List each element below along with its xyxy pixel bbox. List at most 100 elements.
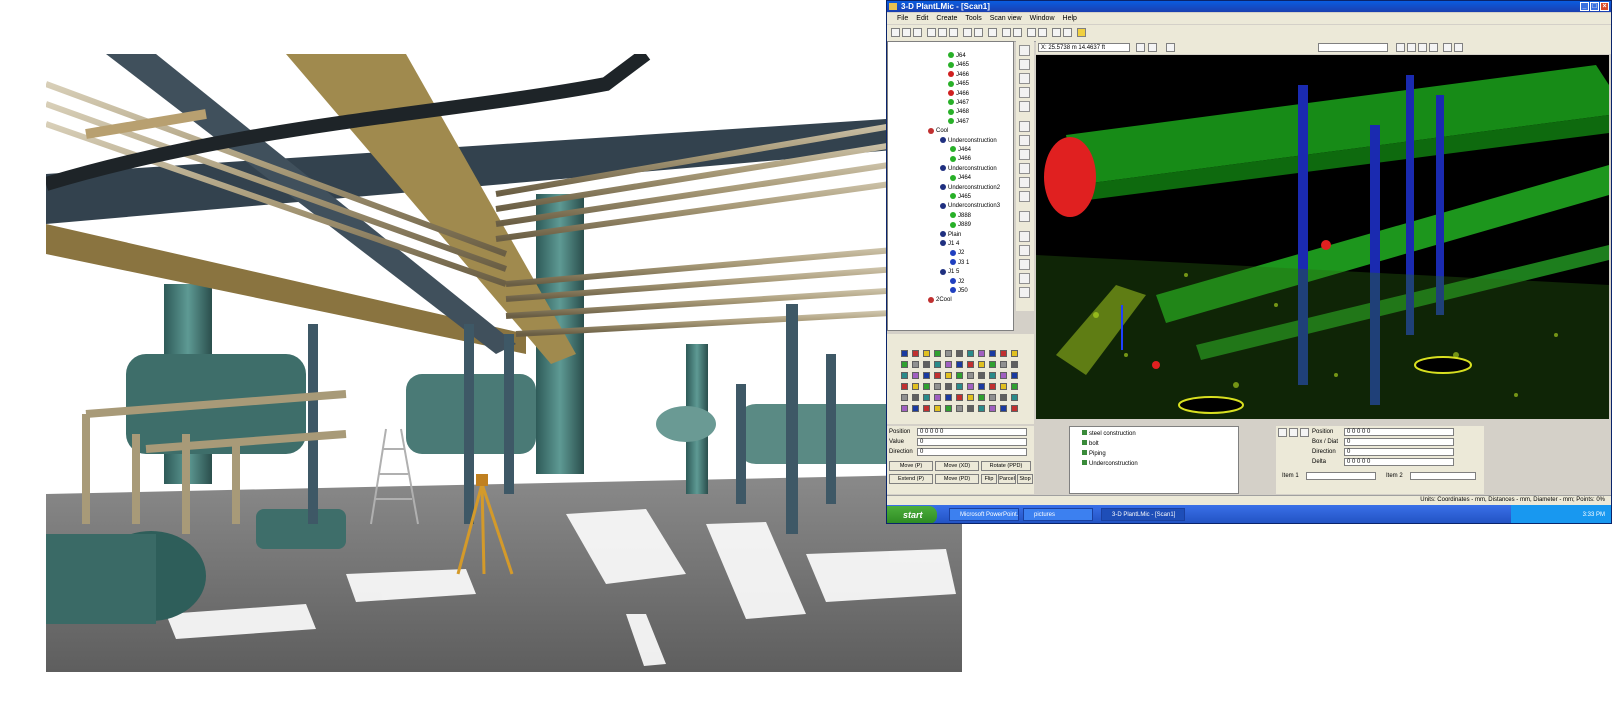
remove-icon[interactable] xyxy=(1300,428,1309,437)
view-4-icon[interactable] xyxy=(1019,273,1030,284)
task-powerpoint[interactable]: Microsoft PowerPoint... xyxy=(949,508,1019,521)
palette-tool-icon[interactable] xyxy=(923,383,930,390)
task-pictures[interactable]: pictures xyxy=(1023,508,1093,521)
fit-icon[interactable] xyxy=(1019,149,1030,160)
palette-tool-icon[interactable] xyxy=(956,383,963,390)
palette-tool-icon[interactable] xyxy=(1011,350,1018,357)
palette-tool-icon[interactable] xyxy=(923,350,930,357)
palette-tool-icon[interactable] xyxy=(989,372,996,379)
menu-window[interactable]: Window xyxy=(1030,13,1055,24)
palette-tool-icon[interactable] xyxy=(901,372,908,379)
save-icon[interactable] xyxy=(913,28,922,37)
palette-tool-icon[interactable] xyxy=(967,405,974,412)
tree-node[interactable]: 2Cool xyxy=(928,296,952,305)
palette-tool-icon[interactable] xyxy=(967,383,974,390)
view-5-icon[interactable] xyxy=(1019,287,1030,298)
minimize-button[interactable]: _ xyxy=(1580,2,1589,11)
lock-icon[interactable] xyxy=(1019,211,1030,222)
parcel-button[interactable]: Parcel xyxy=(998,474,1016,484)
palette-tool-icon[interactable] xyxy=(901,350,908,357)
palette-tool-icon[interactable] xyxy=(901,405,908,412)
menu-file[interactable]: File xyxy=(897,13,908,24)
palette-tool-icon[interactable] xyxy=(956,405,963,412)
cursor-mode-icon[interactable] xyxy=(1148,43,1157,52)
tree-node[interactable]: J3 1 xyxy=(950,259,969,268)
palette-tool-icon[interactable] xyxy=(989,361,996,368)
close-button[interactable]: × xyxy=(1600,2,1609,11)
new-file-icon[interactable] xyxy=(891,28,900,37)
tree-node[interactable]: J467 xyxy=(948,118,969,127)
palette-tool-icon[interactable] xyxy=(978,372,985,379)
cut-icon[interactable] xyxy=(927,28,936,37)
direction-field[interactable]: 0 xyxy=(917,448,1027,456)
palette-tool-icon[interactable] xyxy=(912,350,919,357)
palette-tool-icon[interactable] xyxy=(923,394,930,401)
tree-node[interactable]: Cool xyxy=(928,127,948,136)
palette-tool-icon[interactable] xyxy=(1000,372,1007,379)
palette-tool-icon[interactable] xyxy=(901,361,908,368)
tree-node[interactable]: J465 xyxy=(950,193,971,202)
palette-tool-icon[interactable] xyxy=(945,350,952,357)
palette-tool-icon[interactable] xyxy=(912,383,919,390)
item2-field[interactable] xyxy=(1410,472,1476,480)
move-xd-button[interactable]: Move (XD) xyxy=(935,461,979,471)
palette-tool-icon[interactable] xyxy=(1011,383,1018,390)
palette-tool-icon[interactable] xyxy=(934,405,941,412)
palette-tool-icon[interactable] xyxy=(1000,405,1007,412)
palette-tool-icon[interactable] xyxy=(923,361,930,368)
palette-tool-icon[interactable] xyxy=(1000,361,1007,368)
palette-tool-icon[interactable] xyxy=(978,350,985,357)
palette-tool-icon[interactable] xyxy=(989,383,996,390)
palette-tool-icon[interactable] xyxy=(912,372,919,379)
menu-create[interactable]: Create xyxy=(936,13,957,24)
paste-icon[interactable] xyxy=(949,28,958,37)
palette-tool-icon[interactable] xyxy=(945,394,952,401)
help-icon[interactable] xyxy=(1077,28,1086,37)
rprop-direction-field[interactable]: 0 xyxy=(1344,448,1454,456)
layer-item[interactable]: bolt xyxy=(1082,440,1099,448)
tree-node[interactable]: J466 xyxy=(948,71,969,80)
delete-icon[interactable] xyxy=(988,28,997,37)
palette-tool-icon[interactable] xyxy=(1000,383,1007,390)
tree-node[interactable]: J1 5 xyxy=(940,268,959,277)
redo-icon[interactable] xyxy=(974,28,983,37)
view-1-icon[interactable] xyxy=(1019,231,1030,242)
item1-field[interactable] xyxy=(1306,472,1376,480)
palette-tool-icon[interactable] xyxy=(989,394,996,401)
view-top-icon[interactable] xyxy=(1407,43,1416,52)
view-side-icon[interactable] xyxy=(1418,43,1427,52)
properties-icon[interactable] xyxy=(1013,28,1022,37)
stop-button[interactable]: Stop xyxy=(1017,474,1033,484)
flip-button[interactable]: Flip xyxy=(981,474,997,484)
select-icon[interactable] xyxy=(1019,121,1030,132)
tree-node[interactable]: J889 xyxy=(950,221,971,230)
palette-tool-icon[interactable] xyxy=(967,350,974,357)
move-pd-button[interactable]: Move (PD) xyxy=(935,474,979,484)
snap-icon[interactable] xyxy=(1136,43,1145,52)
palette-tool-icon[interactable] xyxy=(945,372,952,379)
task-plantlmic[interactable]: 3-D PlantLMic - [Scan1] xyxy=(1101,508,1185,521)
extend-p-button[interactable]: Extend (P) xyxy=(889,474,933,484)
render-icon[interactable] xyxy=(1063,28,1072,37)
zoom-out-icon[interactable] xyxy=(1019,101,1030,112)
palette-tool-icon[interactable] xyxy=(956,350,963,357)
palette-tool-icon[interactable] xyxy=(978,405,985,412)
position-field[interactable]: 0 0 0 0 0 xyxy=(917,428,1027,436)
palette-tool-icon[interactable] xyxy=(967,394,974,401)
start-button[interactable]: start xyxy=(887,506,937,523)
tree-node[interactable]: J468 xyxy=(948,108,969,117)
tree-node[interactable]: J465 xyxy=(948,61,969,70)
palette-tool-icon[interactable] xyxy=(901,394,908,401)
layer-item[interactable]: Piping xyxy=(1082,450,1106,458)
tree-node[interactable]: Underconstruction xyxy=(940,137,997,146)
menu-scan-view[interactable]: Scan view xyxy=(990,13,1022,24)
rprop-boxdiat-field[interactable]: 0 xyxy=(1344,438,1454,446)
value-field[interactable]: 0 xyxy=(917,438,1027,446)
maximize-button[interactable]: □ xyxy=(1590,2,1599,11)
view-2-icon[interactable] xyxy=(1019,245,1030,256)
copy-icon[interactable] xyxy=(938,28,947,37)
palette-tool-icon[interactable] xyxy=(978,361,985,368)
open-file-icon[interactable] xyxy=(902,28,911,37)
tree-node[interactable]: J466 xyxy=(948,90,969,99)
palette-tool-icon[interactable] xyxy=(978,383,985,390)
